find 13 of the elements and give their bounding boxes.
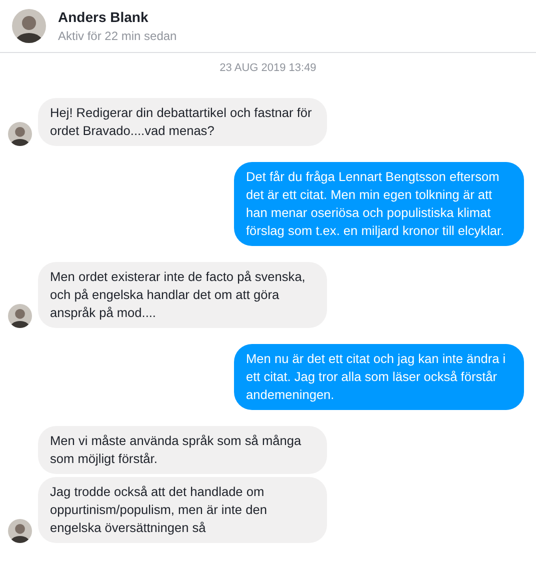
contact-name: Anders Blank xyxy=(58,9,150,25)
avatar-icon xyxy=(12,9,46,43)
avatar-icon xyxy=(8,304,32,328)
avatar-icon xyxy=(8,122,32,146)
message-bubble: Jag trodde också att det handlade om oppurtinism/populism, men är inte den engelska översättningen så xyxy=(38,477,327,543)
avatar-icon xyxy=(8,519,32,543)
message-bubble: Det får du fråga Lennart Bengtsson eftersom det är ett citat. Men min egen tolkning är att han menar oseriösa och populistiska klimat förslag som t.ex. en miljard kronor till elcyklar. xyxy=(234,162,524,246)
active-status: Aktiv för 22 min sedan xyxy=(58,29,177,43)
timestamp: 23 AUG 2019 13:49 xyxy=(220,62,316,74)
message-bubble: Men ordet existerar inte de facto på svenska, och på engelska handlar det om att göra anspråk på mod.... xyxy=(38,262,327,328)
message-bubble: Men nu är det ett citat och jag kan inte ändra i ett citat. Jag tror alla som läser också förstår andemeningen. xyxy=(234,344,524,410)
message-bubble: Hej! Redigerar din debattartikel och fastnar för ordet Bravado....vad menas? xyxy=(38,98,327,146)
message-bubble: Men vi måste använda språk som så många som möjligt förstår. xyxy=(38,426,327,474)
